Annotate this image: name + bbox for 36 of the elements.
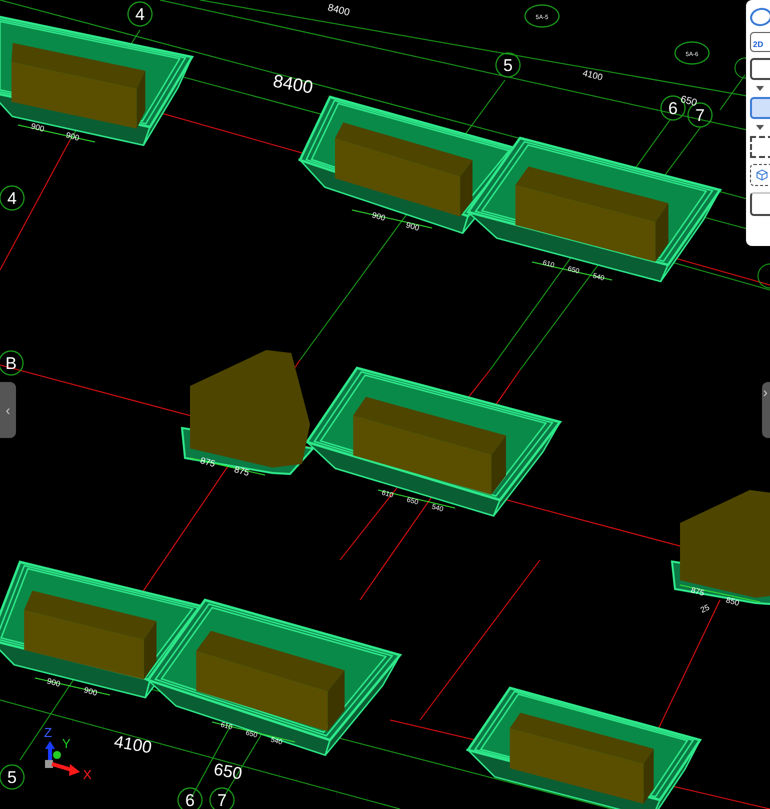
dimension-label: 8400 [272, 70, 314, 98]
dimension-label: 4100 [112, 732, 154, 758]
selection-box-icon[interactable] [750, 136, 770, 158]
dimension-label: 4100 [582, 68, 604, 82]
dimension-label: 875 [199, 455, 216, 469]
right-panel-tab[interactable]: › [762, 382, 770, 438]
grid-line [720, 74, 746, 110]
axis-bubble [758, 264, 770, 288]
axis-bubble: 6 [177, 787, 203, 809]
list-settings-icon[interactable] [750, 192, 770, 216]
dimension-label: 900 [65, 130, 80, 143]
axis-triad: Z Y X [44, 725, 92, 782]
dimension-label: 900 [405, 220, 420, 233]
dimension-label: 875 [690, 586, 706, 598]
dimension-label: 900 [83, 686, 98, 698]
2d-view-button[interactable]: 2D [750, 32, 770, 52]
cube-select-icon[interactable] [750, 164, 770, 186]
dimension-label: 900 [46, 676, 62, 689]
axis-bubble: 4 [0, 185, 25, 211]
dimension-label: 875 [233, 464, 250, 478]
dimension-label: 25 [699, 602, 711, 615]
left-panel-tab[interactable]: ‹ [0, 382, 16, 438]
3d-view-button[interactable] [750, 58, 770, 80]
dimension-label: 900 [30, 122, 46, 134]
dimension-label: 8400 [326, 2, 351, 19]
dimension-label: 650 [679, 94, 698, 110]
caret-icon[interactable] [756, 86, 764, 91]
caret-icon[interactable] [756, 125, 764, 130]
dimension-label: 900 [371, 210, 386, 223]
axis-bubble: 4 [127, 1, 153, 27]
dimension-label: 850 [725, 596, 740, 608]
dimension-label: 650 [212, 760, 244, 784]
axis-bubble: 5 [0, 764, 25, 790]
orbit-icon[interactable] [748, 6, 770, 28]
axis-bubble: 7 [209, 787, 235, 809]
axis-bubble: 5 [495, 52, 521, 78]
